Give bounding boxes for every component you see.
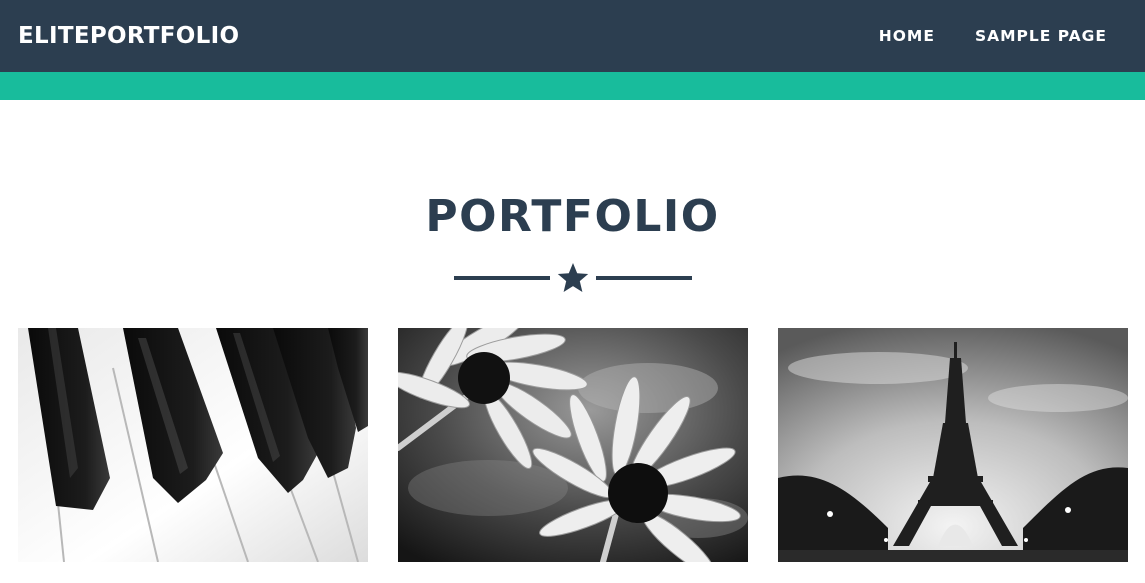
divider-line-left	[453, 276, 550, 280]
star-icon	[557, 263, 588, 292]
brand-link[interactable]: ELITEPORTFOLIO	[18, 23, 239, 49]
main-nav: HOME SAMPLE PAGE	[879, 27, 1127, 45]
portfolio-item-daisies[interactable]	[398, 328, 748, 562]
accent-bar	[0, 72, 1145, 100]
eiffel-tower-photo	[778, 328, 1128, 562]
portfolio-item-piano[interactable]	[18, 328, 368, 562]
nav-link-sample-page[interactable]: SAMPLE PAGE	[975, 27, 1107, 45]
portfolio-title: PORTFOLIO	[425, 191, 720, 242]
divider-line-right	[595, 276, 692, 280]
portfolio-item-eiffel-tower[interactable]	[778, 328, 1128, 562]
portfolio-grid	[18, 328, 1128, 562]
navbar: ELITEPORTFOLIO HOME SAMPLE PAGE	[0, 0, 1145, 72]
title-divider	[0, 262, 1145, 294]
daisy-flowers-photo	[398, 328, 748, 562]
piano-keys-photo	[18, 328, 368, 562]
portfolio-section: PORTFOLIO	[0, 100, 1145, 583]
nav-link-home[interactable]: HOME	[879, 27, 935, 45]
